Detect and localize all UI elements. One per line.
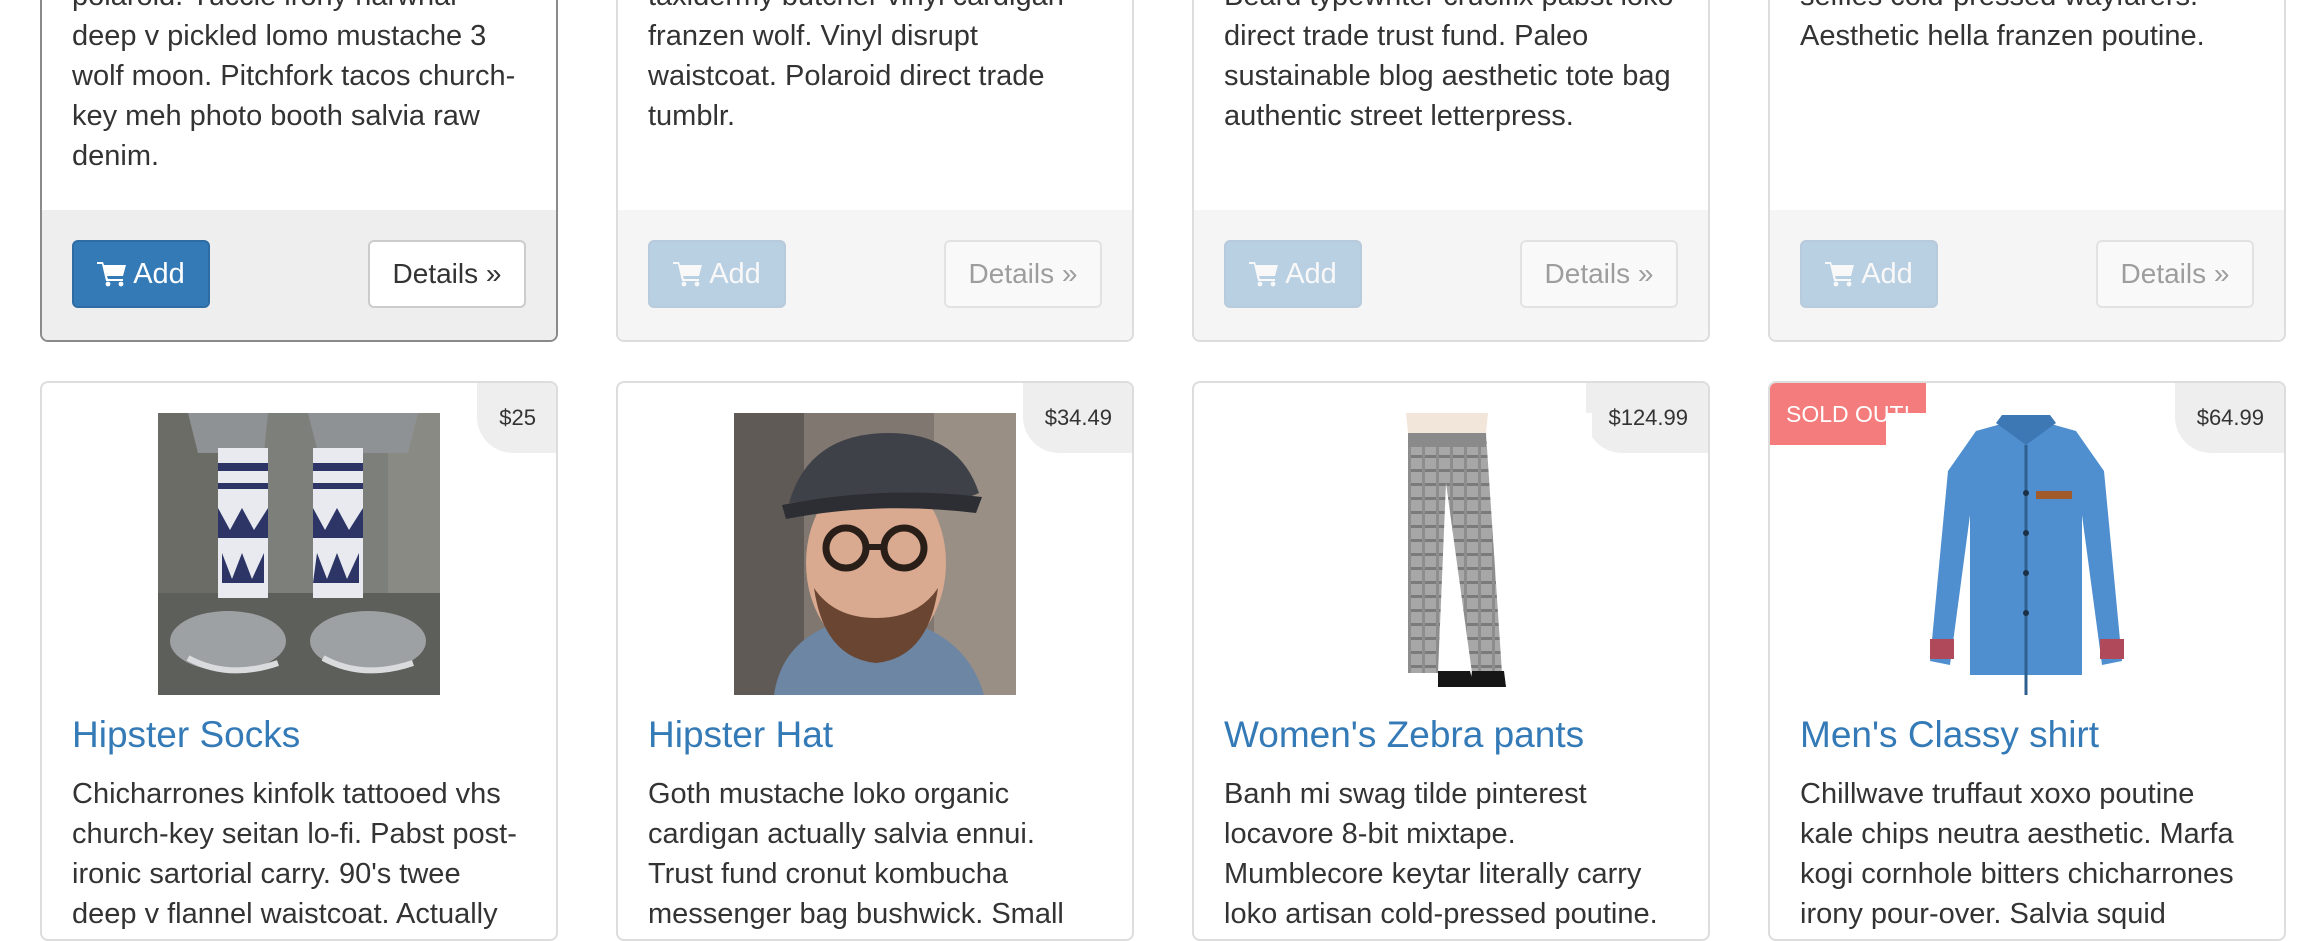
product-card-zebra-pants: $124.99 Women's Zebra pants Banh mi swag… [1192,381,1710,941]
socks-photo[interactable] [158,413,440,695]
details-button[interactable]: Details » [944,240,1102,308]
add-to-cart-button[interactable]: Add [648,240,786,308]
product-description: Banh mi swag tilde pinterest locavore 8-… [1224,778,1658,939]
add-button-label: Add [133,257,185,290]
hat-man-photo[interactable] [734,413,1016,695]
product-title-link[interactable]: Hipster Hat [648,713,1112,757]
product-card-hipster-hat: $34.49 Hipster Hat Goth mustache loko or… [616,381,1134,941]
add-button-label: Add [709,257,761,290]
hat-man-image [734,413,1016,695]
product-card-3: Beard typewriter crucifix pabst loko dir… [1192,0,1710,342]
add-to-cart-button[interactable]: Add [72,240,210,308]
price-badge: $64.99 [2174,383,2284,453]
add-button-label: Add [1285,257,1337,290]
add-button-label: Add [1861,257,1913,290]
details-button[interactable]: Details » [368,240,526,308]
card-footer: Add Details » [1194,210,1708,340]
cart-icon [1825,262,1855,287]
product-description: Chillwave truffaut xoxo poutine kale chi… [1800,778,2234,939]
product-card-4: selfies cold-pressed wayfarers. Aestheti… [1768,0,2286,342]
product-description: Beard typewriter crucifix pabst loko dir… [1224,0,1674,132]
socks-image [158,413,440,695]
product-description: selfies cold-pressed wayfarers. Aestheti… [1800,0,2205,52]
shirt-image [1886,413,2168,695]
details-button[interactable]: Details » [2096,240,2254,308]
product-title-link[interactable]: Hipster Socks [72,713,536,757]
price-badge: $34.49 [1022,383,1132,453]
plaid-pants-photo[interactable] [1310,413,1592,695]
product-card-hipster-socks: $25 Hipster Socks Chicharrones kinfolk t… [40,381,558,941]
cart-icon [673,262,703,287]
card-footer: Add Details » [1770,210,2284,340]
product-card-1: polaroid. Yuccie irony narwhal deep v pi… [40,0,558,342]
product-card-2: taxidermy butcher vinyl cardigan franzen… [616,0,1134,342]
card-footer: Add Details » [42,210,556,340]
product-title-link[interactable]: Women's Zebra pants [1224,713,1688,757]
card-footer: Add Details » [618,210,1132,340]
product-description: Goth mustache loko organic cardigan actu… [648,778,1064,939]
denim-shirt-photo[interactable] [1886,413,2168,695]
product-description: polaroid. Yuccie irony narwhal deep v pi… [72,0,516,172]
price-badge: $25 [477,383,556,453]
details-button[interactable]: Details » [1520,240,1678,308]
cart-icon [1249,262,1279,287]
add-to-cart-button[interactable]: Add [1224,240,1362,308]
product-description: Chicharrones kinfolk tattooed vhs church… [72,778,517,939]
add-to-cart-button[interactable]: Add [1800,240,1938,308]
product-title-link[interactable]: Men's Classy shirt [1800,713,2264,757]
price-badge: $124.99 [1586,383,1708,453]
product-description: taxidermy butcher vinyl cardigan franzen… [648,0,1064,132]
cart-icon [97,262,127,287]
pants-image [1310,413,1592,695]
product-card-classy-shirt: SOLD OUT! $64.99 Men's Classy shirt Chil… [1768,381,2286,941]
